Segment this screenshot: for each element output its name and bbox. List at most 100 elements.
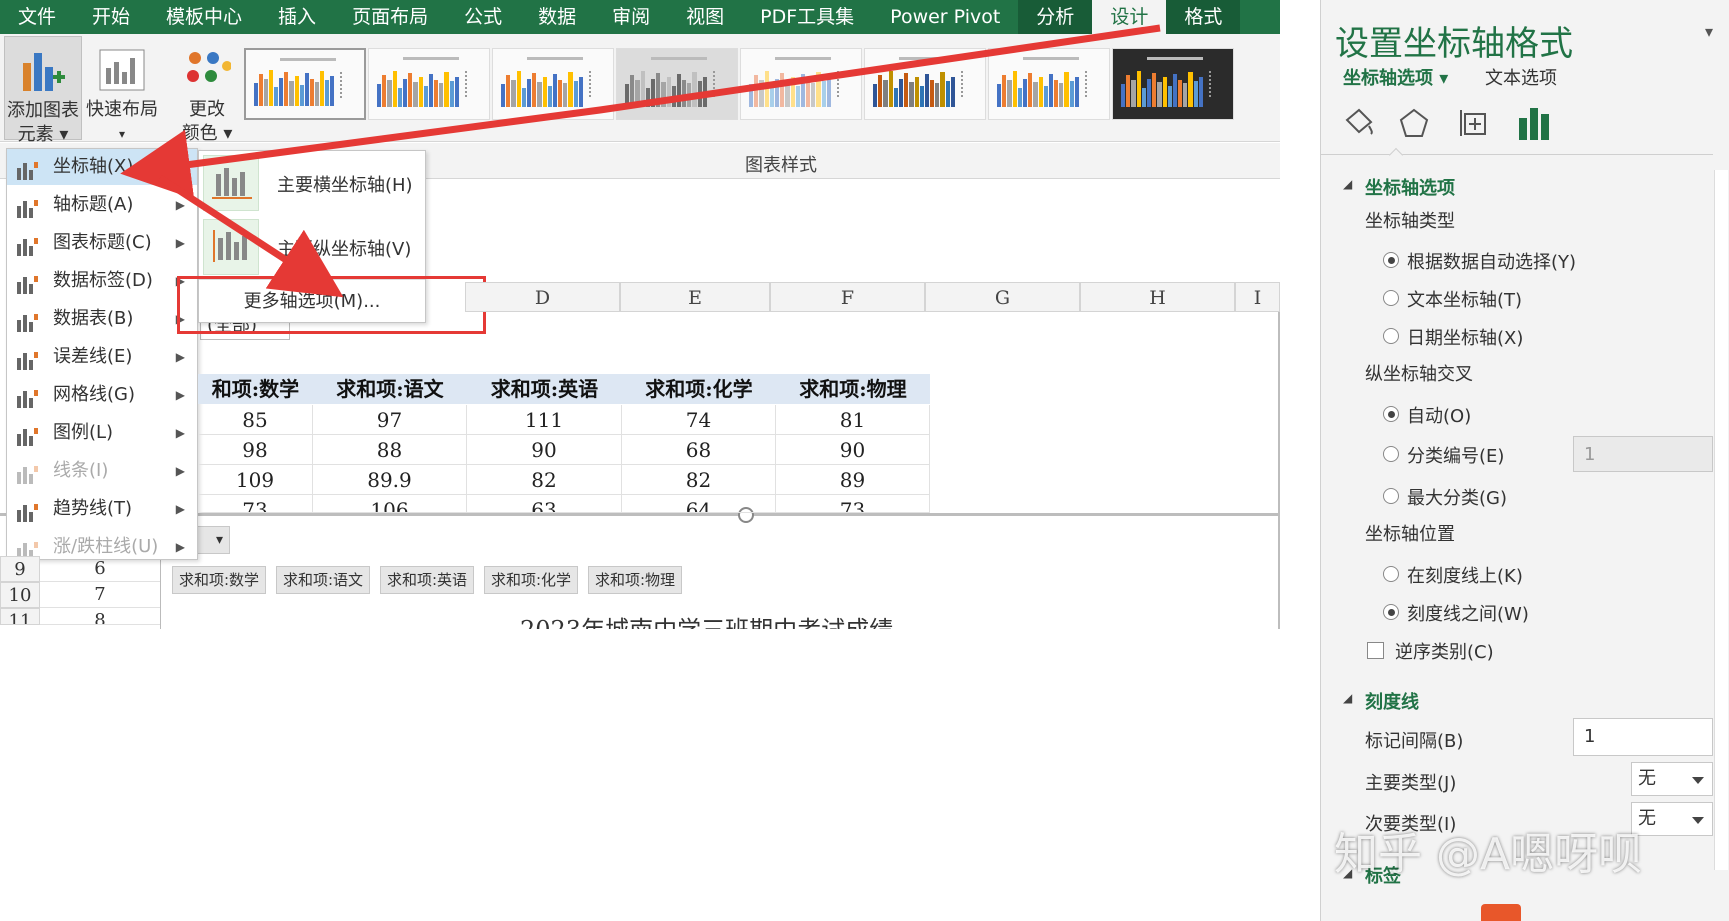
reverse-categories-label: 逆序类别(C) (1395, 642, 1494, 663)
collapse-axis-icon[interactable]: ◢ (1343, 177, 1352, 191)
header-cell[interactable]: 求和项:语文 (313, 374, 467, 404)
radio-cross-max-label: 最大分类(G) (1407, 488, 1507, 509)
up-down-bars-icon (15, 537, 39, 560)
menu-item-gridlines[interactable]: 网格线(G) ▶ (7, 377, 197, 413)
menu-item-trendline[interactable]: 趋势线(T) ▶ (7, 491, 197, 527)
field-button[interactable]: 求和项:数学 (172, 566, 267, 594)
column-header-i[interactable]: I (1235, 282, 1280, 312)
field-button[interactable]: 求和项:物理 (588, 566, 683, 594)
pane-menu-icon[interactable]: ▾ (1705, 22, 1713, 41)
row-value-cell[interactable]: 7 (40, 582, 160, 608)
radio-text-axis-label: 文本坐标轴(T) (1407, 290, 1523, 311)
header-cell[interactable]: 和项:数学 (198, 374, 313, 404)
size-properties-icon[interactable] (1457, 106, 1491, 144)
row-number[interactable]: 9 (0, 556, 40, 582)
row-number[interactable]: 11 (0, 608, 40, 625)
legend-icon (15, 423, 39, 446)
menu-item-legend[interactable]: 图例(L) ▶ (7, 415, 197, 451)
menu-item-label: 趋势线(T) (53, 498, 133, 519)
table-cell[interactable]: 73 (198, 495, 313, 513)
axis-type-label: 坐标轴类型 (1365, 211, 1455, 232)
submenu-arrow-icon: ▶ (175, 350, 185, 364)
menu-item-label: 线条(I) (53, 460, 109, 481)
major-type-select[interactable]: 无 (1631, 762, 1713, 796)
table-cell[interactable]: 89 (776, 465, 930, 495)
table-cell[interactable]: 90 (467, 435, 622, 465)
column-header-h[interactable]: H (1080, 282, 1235, 312)
table-cell[interactable]: 68 (622, 435, 776, 465)
menu-item-label: 网格线(G) (53, 384, 135, 405)
submenu-arrow-icon: ▶ (175, 540, 185, 554)
table-cell[interactable]: 98 (198, 435, 313, 465)
column-header-g[interactable]: G (925, 282, 1080, 312)
effects-icon[interactable] (1397, 106, 1431, 144)
header-cell[interactable]: 求和项:英语 (467, 374, 622, 404)
corner-logo (1481, 904, 1521, 921)
menu-item-label: 涨/跌柱线(U) (53, 536, 159, 557)
lines-icon (15, 461, 39, 484)
tab-axis-options[interactable]: 坐标轴选项 ▾ (1343, 64, 1448, 90)
radio-auto-select[interactable] (1383, 252, 1399, 268)
table-cell[interactable]: 97 (313, 405, 467, 435)
column-header-e[interactable]: E (620, 282, 770, 312)
table-cell[interactable]: 89.9 (313, 465, 467, 495)
radio-cross-max[interactable] (1383, 488, 1399, 504)
row-value-cell[interactable]: 6 (40, 556, 160, 582)
table-cell[interactable]: 109 (198, 465, 313, 495)
table-cell[interactable]: 64 (622, 495, 776, 513)
chart-frame-right (1278, 312, 1280, 629)
column-header-d[interactable]: D (465, 282, 620, 312)
section-axis-options[interactable]: 坐标轴选项 (1365, 174, 1455, 200)
section-tick-marks[interactable]: 刻度线 (1365, 688, 1419, 714)
table-cell[interactable]: 63 (467, 495, 622, 513)
row-number[interactable]: 10 (0, 582, 40, 608)
tick-interval-input[interactable]: 1 (1573, 718, 1713, 756)
table-cell[interactable]: 82 (622, 465, 776, 495)
menu-item-lines[interactable]: 线条(I) ▶ (7, 453, 197, 489)
radio-date-axis-label: 日期坐标轴(X) (1407, 328, 1524, 349)
column-header-f[interactable]: F (770, 282, 925, 312)
watermark: 知乎 @A嗯呀呗 (1334, 829, 1643, 880)
collapse-ticks-icon[interactable]: ◢ (1343, 691, 1352, 705)
radio-between-ticks[interactable] (1383, 604, 1399, 620)
table-cell[interactable]: 82 (467, 465, 622, 495)
radio-between-ticks-label: 刻度线之间(W) (1407, 604, 1529, 625)
submenu-arrow-icon: ▶ (175, 464, 185, 478)
cross-category-input[interactable]: 1 (1573, 436, 1713, 472)
radio-cross-category[interactable] (1383, 446, 1399, 462)
row-value-cell[interactable]: 8 (40, 608, 160, 625)
radio-on-tick[interactable] (1383, 566, 1399, 582)
menu-item-error-bars[interactable]: 误差线(E) ▶ (7, 339, 197, 375)
submenu-arrow-icon: ▶ (175, 426, 185, 440)
radio-date-axis[interactable] (1383, 328, 1399, 344)
fill-line-icon[interactable] (1341, 106, 1375, 144)
radio-cross-auto[interactable] (1383, 406, 1399, 422)
arrow-to-axis-item (120, 24, 1161, 200)
pane-scrollbar[interactable] (1714, 170, 1728, 870)
field-button[interactable]: 求和项:英语 (380, 566, 475, 594)
gridlines-icon (15, 385, 39, 408)
major-type-label: 主要类型(J) (1365, 773, 1457, 794)
table-cell[interactable]: 85 (198, 405, 313, 435)
table-cell[interactable]: 106 (313, 495, 467, 513)
header-cell[interactable]: 求和项:化学 (622, 374, 776, 404)
table-cell[interactable]: 90 (776, 435, 930, 465)
field-button[interactable]: 求和项:化学 (484, 566, 579, 594)
pane-title: 设置坐标轴格式 (1335, 24, 1573, 64)
table-cell[interactable]: 111 (467, 405, 622, 435)
header-cell[interactable]: 求和项:物理 (776, 374, 930, 404)
active-tab-pointer (1388, 147, 1404, 163)
radio-auto-select-label: 根据数据自动选择(Y) (1407, 252, 1577, 273)
table-cell[interactable]: 81 (776, 405, 930, 435)
axis-options-chart-icon[interactable] (1515, 104, 1553, 142)
table-cell[interactable]: 74 (622, 405, 776, 435)
reverse-categories-checkbox[interactable] (1367, 642, 1384, 659)
tab-text-options[interactable]: 文本选项 (1485, 64, 1557, 90)
table-cell[interactable]: 73 (776, 495, 930, 513)
arrow-to-more-options (158, 175, 344, 298)
minor-type-select[interactable]: 无 (1631, 802, 1713, 836)
field-button[interactable]: 求和项:语文 (276, 566, 371, 594)
radio-text-axis[interactable] (1383, 290, 1399, 306)
error-bars-icon (15, 347, 39, 370)
table-cell[interactable]: 88 (313, 435, 467, 465)
